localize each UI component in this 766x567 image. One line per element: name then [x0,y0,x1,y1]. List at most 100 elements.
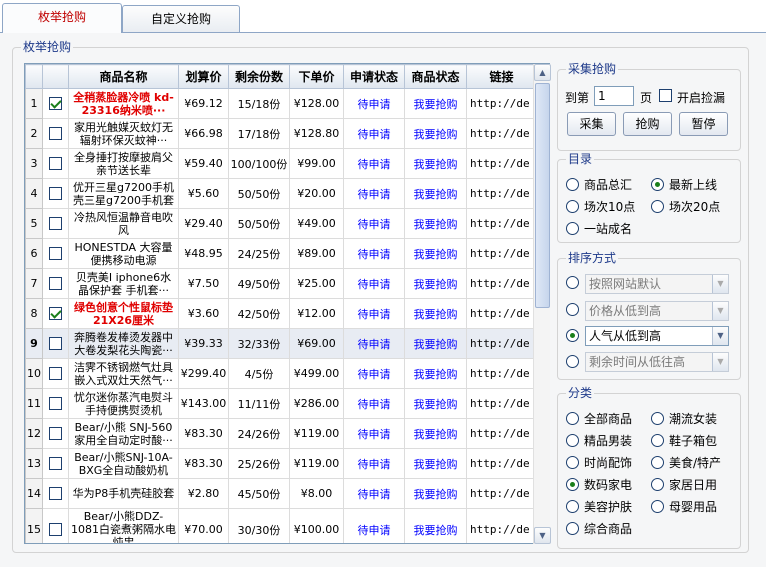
catalog-option-famous[interactable]: 一站成名 [566,220,632,237]
grab-now-link[interactable]: 我要抢购 [404,118,467,149]
collect-button[interactable]: 采集 [567,112,616,136]
table-row[interactable]: 8 绿色创意个性鼠标垫21X26厘米 ¥3.60 42/50份 ¥12.00 待申请 我要抢… [25,298,537,329]
row-checkbox-cell[interactable] [42,118,69,149]
sort-option-popularity[interactable] [566,329,584,342]
table-row[interactable]: 10 洁霁不锈钢燃气灶具嵌入式双灶天然气··· ¥299.40 4/5份 ¥499.00… [25,358,537,389]
row-checkbox-cell[interactable] [42,238,69,269]
header-apply-status[interactable]: 申请状态 [343,64,405,89]
category-option-baby[interactable]: 母婴用品 [651,498,717,515]
row-checkbox-cell[interactable] [42,148,69,179]
row-checkbox[interactable] [49,97,62,111]
grid-vertical-scrollbar[interactable]: ▲ ▼ [533,64,551,544]
row-checkbox-cell[interactable] [42,358,69,389]
catalog-option-all[interactable]: 商品总汇 [566,176,632,193]
sort-time-select[interactable]: 剩余时间从低往高 ▼ [585,352,729,372]
table-row[interactable]: 1 全稍蒸脸器冷喷 kd-23316纳米喷··· ¥69.12 15/18份 ¥128.… [25,88,537,119]
tab-custom-grab[interactable]: 自定义抢购 [122,5,240,32]
table-row[interactable]: 11 忧尔迷你蒸汽电熨斗手持便携熨烫机 ¥143.00 11/11份 ¥286.00 待申… [25,388,537,419]
pause-button[interactable]: 暂停 [679,112,728,136]
header-item-status[interactable]: 商品状态 [404,64,467,89]
category-option-all[interactable]: 全部商品 [566,410,632,427]
product-url[interactable]: http://de [466,268,537,299]
scroll-down-arrow-icon[interactable]: ▼ [534,527,551,544]
table-row[interactable]: 15 Bear/小熊DDZ-1081白瓷煮粥隔水电炖盅 ¥70.00 30/30份 ¥1… [25,508,537,543]
header-name[interactable]: 商品名称 [68,64,179,89]
product-url[interactable]: http://de [466,178,537,209]
grab-now-link[interactable]: 我要抢购 [404,298,467,329]
row-checkbox-cell[interactable] [42,178,69,209]
apply-status-link[interactable]: 待申请 [343,88,405,119]
row-checkbox[interactable] [49,397,62,411]
table-row[interactable]: 2 家用光触媒灭蚊灯无辐射环保灭蚊神··· ¥66.98 17/18份 ¥128.80 待… [25,118,537,149]
grab-now-link[interactable]: 我要抢购 [404,88,467,119]
row-checkbox-cell[interactable] [42,448,69,479]
product-url[interactable]: http://de [466,88,537,119]
apply-status-link[interactable]: 待申请 [343,388,405,419]
row-checkbox-cell[interactable] [42,298,69,329]
grab-now-link[interactable]: 我要抢购 [404,238,467,269]
sort-option-time[interactable] [566,355,584,368]
table-row[interactable]: 7 贝壳美I iphone6水晶保护套 手机套··· ¥7.50 49/50份 ¥25.… [25,268,537,299]
grab-now-link[interactable]: 我要抢购 [404,178,467,209]
row-checkbox[interactable] [49,337,62,351]
auto-pickup-checkbox[interactable] [659,89,672,102]
sort-popularity-select[interactable]: 人气从低到高 ▼ [585,326,729,346]
apply-status-link[interactable]: 待申请 [343,178,405,209]
grab-now-link[interactable]: 我要抢购 [404,508,467,543]
product-url[interactable]: http://de [466,388,537,419]
scroll-up-arrow-icon[interactable]: ▲ [534,64,551,81]
category-option-men[interactable]: 精品男装 [566,432,632,449]
row-checkbox-cell[interactable] [42,268,69,299]
grab-now-link[interactable]: 我要抢购 [404,268,467,299]
apply-status-link[interactable]: 待申请 [343,448,405,479]
grab-now-link[interactable]: 我要抢购 [404,208,467,239]
grab-now-link[interactable]: 我要抢购 [404,478,467,509]
apply-status-link[interactable]: 待申请 [343,148,405,179]
row-checkbox-cell[interactable] [42,328,69,359]
row-checkbox[interactable] [49,217,62,231]
row-checkbox[interactable] [49,307,62,321]
row-checkbox-cell[interactable] [42,418,69,449]
apply-status-link[interactable]: 待申请 [343,268,405,299]
header-link[interactable]: 链接 [466,64,537,89]
apply-status-link[interactable]: 待申请 [343,328,405,359]
row-checkbox[interactable] [49,457,62,471]
category-option-women[interactable]: 潮流女装 [651,410,717,427]
row-checkbox[interactable] [49,127,62,141]
category-option-shoes[interactable]: 鞋子箱包 [651,432,717,449]
table-row[interactable]: 14 华为P8手机壳硅胶套 ¥2.80 45/50份 ¥8.00 待申请 我要抢购 http:… [25,478,537,509]
table-row[interactable]: 12 Bear/小熊 SNJ-560家用全自动定时酸··· ¥83.30 24/26份… [25,418,537,449]
product-url[interactable]: http://de [466,358,537,389]
table-row[interactable]: 5 冷热风恒温静音电吹风 ¥29.40 50/50份 ¥49.00 待申请 我要抢购 http… [25,208,537,239]
category-option-digital[interactable]: 数码家电 [566,476,632,493]
tab-enum-grab[interactable]: 枚举抢购 [2,3,122,33]
table-row[interactable]: 4 优开三星g7200手机壳三星g7200手机套 ¥5.60 50/50份 ¥20.00… [25,178,537,209]
row-checkbox-cell[interactable] [42,208,69,239]
grab-button[interactable]: 抢购 [623,112,672,136]
grab-now-link[interactable]: 我要抢购 [404,448,467,479]
apply-status-link[interactable]: 待申请 [343,118,405,149]
apply-status-link[interactable]: 待申请 [343,238,405,269]
apply-status-link[interactable]: 待申请 [343,418,405,449]
sort-option-price[interactable] [566,303,584,316]
row-checkbox[interactable] [49,427,62,441]
sort-price-select[interactable]: 价格从低到高 ▼ [585,301,729,321]
product-url[interactable]: http://de [466,148,537,179]
row-checkbox-cell[interactable] [42,508,69,543]
category-option-beauty[interactable]: 美容护肤 [566,498,632,515]
product-url[interactable]: http://de [466,298,537,329]
product-url[interactable]: http://de [466,118,537,149]
category-option-home[interactable]: 家居日用 [651,476,717,493]
table-row[interactable]: 9 奔腾卷发棒烫发器中大卷发梨花头陶瓷··· ¥39.33 32/33份 ¥69.00 待… [25,328,537,359]
row-checkbox[interactable] [49,277,62,291]
grab-now-link[interactable]: 我要抢购 [404,388,467,419]
table-row[interactable]: 13 Bear/小熊SNJ-10A-BXG全自动酸奶机 ¥83.30 25/26份 ¥1… [25,448,537,479]
apply-status-link[interactable]: 待申请 [343,478,405,509]
sort-default-select[interactable]: 按照网站默认 ▼ [585,274,729,294]
grab-now-link[interactable]: 我要抢购 [404,358,467,389]
catalog-option-8pm[interactable]: 场次20点 [651,198,720,215]
product-url[interactable]: http://de [466,208,537,239]
table-row[interactable]: 3 全身捶打按摩披肩父亲节送长辈 ¥59.40 100/100份 ¥99.00 待申请 我要… [25,148,537,179]
catalog-option-newest[interactable]: 最新上线 [651,176,717,193]
row-checkbox-cell[interactable] [42,88,69,119]
